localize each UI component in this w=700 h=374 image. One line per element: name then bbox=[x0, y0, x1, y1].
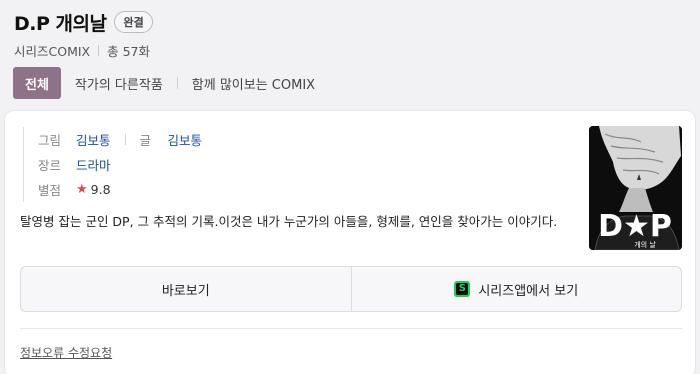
title-row: D.P 개의날 완결 bbox=[14, 8, 694, 36]
credits-divider bbox=[124, 134, 126, 145]
tab-author-works[interactable]: 작가의 다른작품 bbox=[61, 67, 177, 99]
open-in-series-app-button[interactable]: S 시리즈앱에서 보기 bbox=[350, 267, 682, 311]
series-app-letter: S bbox=[456, 283, 469, 295]
info-table: 그림 김보통 글 김보통 장르 드라마 별점 ★ 9.8 bbox=[23, 127, 202, 202]
read-now-button[interactable]: 바로보기 bbox=[21, 267, 351, 311]
info-row-credits: 그림 김보통 글 김보통 bbox=[38, 127, 202, 152]
cover-art: D★P 개의 날 bbox=[589, 126, 682, 250]
meta-divider bbox=[98, 45, 100, 56]
genre-link[interactable]: 드라마 bbox=[76, 155, 111, 174]
status-badge: 완결 bbox=[114, 11, 153, 33]
work-header: D.P 개의날 완결 시리즈COMIX 총 57화 bbox=[14, 8, 694, 60]
story-label: 글 bbox=[139, 133, 152, 148]
story-author-link[interactable]: 김보통 bbox=[168, 130, 203, 149]
work-info-card: 그림 김보통 글 김보통 장르 드라마 별점 ★ 9.8 탈영병 잡는 군인 D… bbox=[4, 110, 696, 374]
tab-related-comix[interactable]: 함께 많이보는 COMIX bbox=[178, 67, 329, 99]
open-in-series-app-label: 시리즈앱에서 보기 bbox=[478, 283, 579, 299]
report-error-link[interactable]: 정보오류 수정요청 bbox=[20, 344, 112, 361]
rating-value: 9.8 bbox=[90, 182, 111, 197]
series-name: 시리즈COMIX bbox=[14, 44, 91, 59]
cover-image[interactable]: D★P 개의 날 bbox=[589, 126, 682, 250]
tab-bar: 전체 작가의 다른작품 함께 많이보는 COMIX bbox=[13, 67, 329, 99]
card-divider bbox=[20, 328, 682, 329]
tab-all[interactable]: 전체 bbox=[13, 67, 61, 99]
star-icon: ★ bbox=[76, 182, 88, 197]
info-row-rating: 별점 ★ 9.8 bbox=[38, 177, 202, 202]
cover-subtitle: 개의 날 bbox=[634, 240, 656, 249]
info-row-genre: 장르 드라마 bbox=[38, 152, 202, 177]
action-buttons: 바로보기 S 시리즈앱에서 보기 bbox=[20, 266, 682, 312]
episode-count: 총 57화 bbox=[107, 44, 150, 59]
cover-title: D★P bbox=[598, 209, 672, 244]
art-author-link[interactable]: 김보통 bbox=[76, 130, 111, 149]
genre-label: 장르 bbox=[38, 158, 62, 173]
meta-row: 시리즈COMIX 총 57화 bbox=[14, 41, 694, 60]
page-title: D.P 개의날 bbox=[14, 12, 107, 35]
description: 탈영병 잡는 군인 DP, 그 추적의 기록.이것은 내가 누군가의 아들을, … bbox=[20, 214, 558, 229]
art-label: 그림 bbox=[38, 133, 62, 148]
series-app-icon: S bbox=[454, 281, 471, 297]
rating-label: 별점 bbox=[38, 183, 62, 198]
read-now-label: 바로보기 bbox=[161, 283, 210, 299]
